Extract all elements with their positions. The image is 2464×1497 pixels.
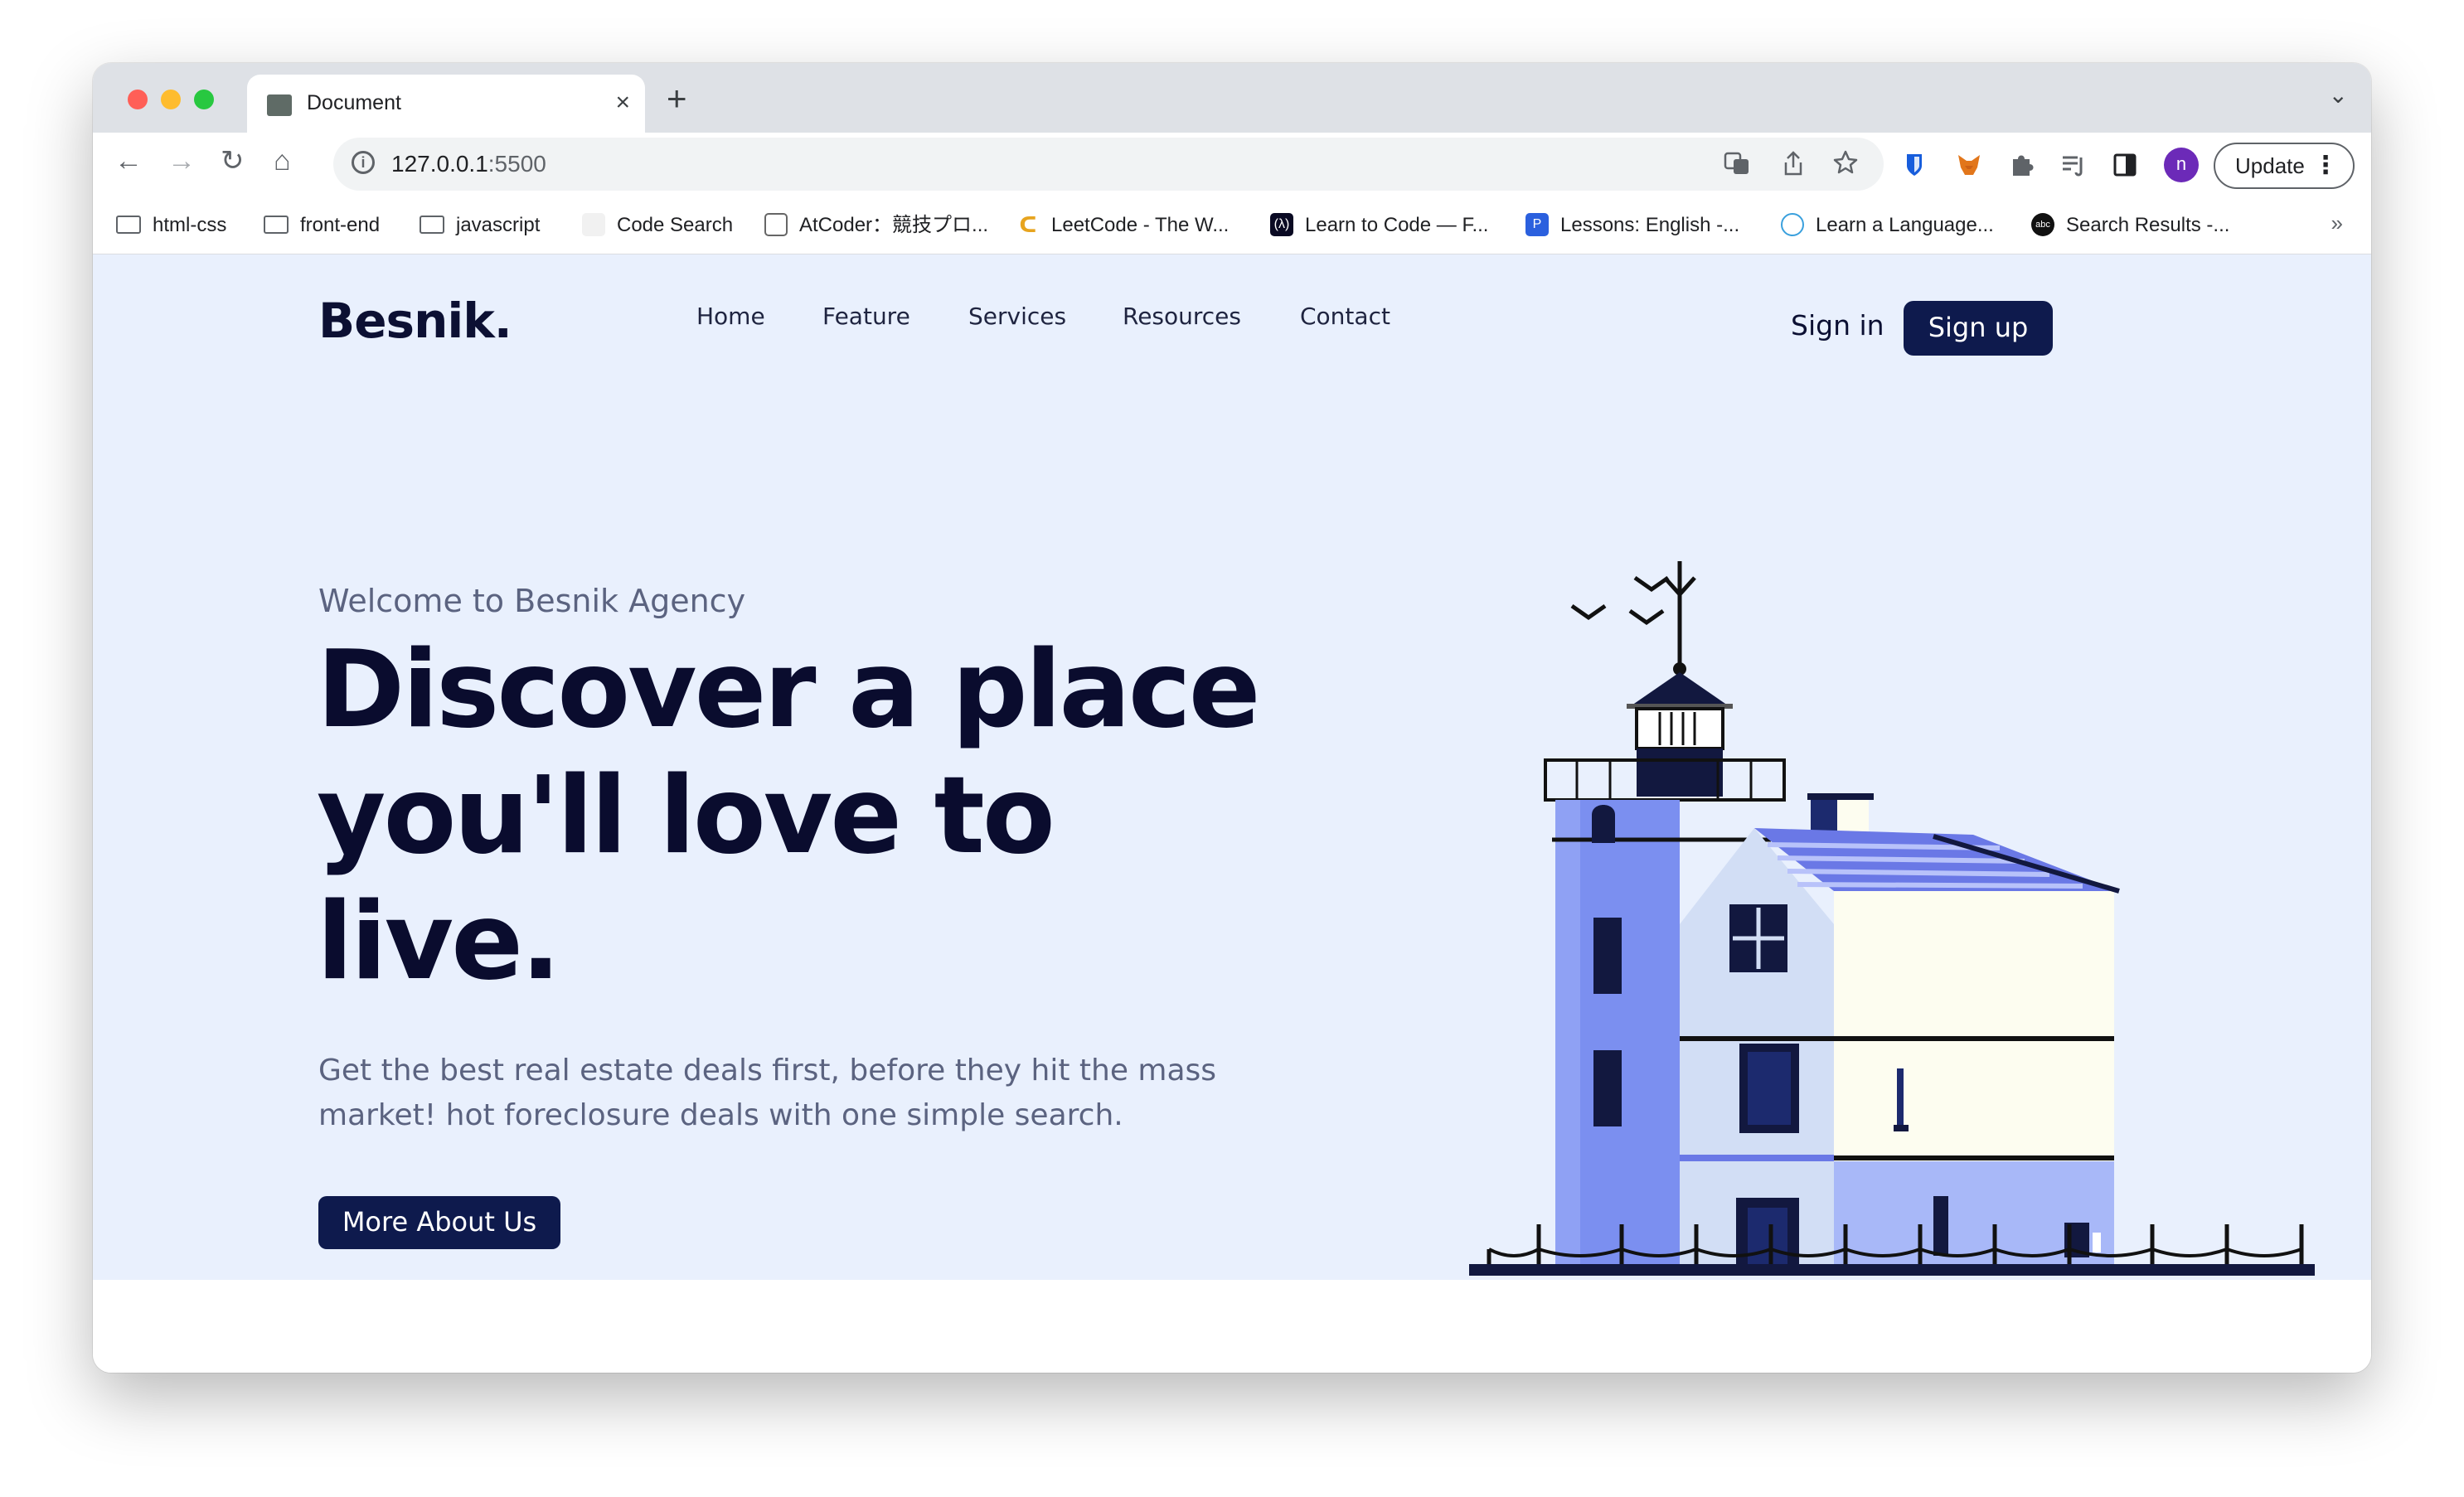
hero-eyebrow: Welcome to Besnik Agency <box>318 583 746 619</box>
tab-close-icon[interactable]: × <box>615 88 630 118</box>
tab-title: Document <box>307 91 401 114</box>
share-icon[interactable] <box>1781 149 1806 184</box>
bookmark-code-search[interactable]: Code Search <box>582 211 733 240</box>
lessons-favicon-icon: P <box>1525 212 1549 236</box>
reading-list-icon[interactable] <box>2059 151 2088 179</box>
bookmark-label: javascript <box>456 214 541 236</box>
bookmarks-bar: html-css front-end javascript Code Searc… <box>93 199 2371 254</box>
url-host: 127.0.0.1 <box>391 151 488 177</box>
hero-title: Discover a place you'll love to live. <box>317 628 1261 1004</box>
bookmark-folder-javascript[interactable]: javascript <box>420 211 540 240</box>
bookmark-label: front-end <box>300 214 381 236</box>
site-logo[interactable]: Besnik. <box>318 293 512 349</box>
webpage: Besnik. Home Feature Services Resources … <box>93 254 2371 1280</box>
nav-services[interactable]: Services <box>968 303 1066 330</box>
tab-search-chevron-icon[interactable]: ⌄ <box>2329 81 2348 109</box>
nav-resources[interactable]: Resources <box>1123 303 1241 330</box>
bookmark-folder-html-css[interactable]: html-css <box>116 211 226 240</box>
folder-icon <box>264 215 289 234</box>
nav-home[interactable]: Home <box>696 303 765 330</box>
bookmark-label: Code Search <box>617 214 734 236</box>
url-text[interactable]: 127.0.0.1:5500 <box>391 151 546 177</box>
bookmark-folder-front-end[interactable]: front-end <box>264 211 380 240</box>
url-port: :5500 <box>487 151 546 177</box>
bookmark-label: Search Results -... <box>2066 214 2230 236</box>
nav-feature[interactable]: Feature <box>822 303 910 330</box>
bookmark-lessons-english[interactable]: P Lessons: English -... <box>1525 211 1739 240</box>
bookmark-search-results[interactable]: abc Search Results -... <box>2031 211 2229 240</box>
update-button[interactable]: Update ⋮ <box>2214 143 2355 189</box>
bookmark-freecodecamp[interactable]: (λ) Learn to Code — F... <box>1270 211 1488 240</box>
leetcode-favicon-icon: ᑕ <box>1016 212 1040 236</box>
code-search-favicon-icon <box>582 212 605 236</box>
tab-strip: Document × + ⌄ <box>93 63 2371 133</box>
new-tab-button[interactable]: + <box>667 80 687 118</box>
bookmark-label: html-css <box>153 214 227 236</box>
profile-avatar[interactable]: n <box>2164 148 2199 182</box>
bookmark-leetcode[interactable]: ᑕ LeetCode - The W... <box>1016 211 1229 240</box>
forward-arrow-icon[interactable]: → <box>167 144 196 177</box>
maximize-window-button[interactable] <box>194 90 214 109</box>
bitwarden-extension-icon[interactable] <box>1900 151 1928 179</box>
bookmark-atcoder[interactable]: AtCoder：競技プロ... <box>764 211 988 240</box>
folder-icon <box>116 215 141 234</box>
sign-in-link[interactable]: Sign in <box>1791 309 1884 342</box>
bookmark-label: Learn a Language... <box>1816 214 1994 236</box>
hero-description: Get the best real estate deals first, be… <box>318 1054 1217 1132</box>
freecodecamp-favicon-icon: (λ) <box>1270 212 1293 236</box>
menu-dots-icon[interactable]: ⋮ <box>2313 144 2338 187</box>
bookmark-label: Lessons: English -... <box>1560 214 1740 236</box>
metamask-fox-icon[interactable] <box>1955 151 1983 179</box>
translate-icon[interactable] <box>1723 149 1751 184</box>
bookmark-star-icon[interactable] <box>1832 149 1859 182</box>
nav-contact[interactable]: Contact <box>1300 303 1390 330</box>
back-arrow-icon[interactable]: ← <box>114 144 143 177</box>
page-below-fold <box>93 1280 2371 1373</box>
extensions-puzzle-icon[interactable] <box>2008 151 2036 179</box>
side-panel-icon[interactable] <box>2111 151 2139 179</box>
bookmark-learn-language[interactable]: Learn a Language... <box>1781 211 1994 240</box>
bookmarks-overflow-icon[interactable]: » <box>2331 211 2343 236</box>
browser-toolbar: ← → ↻ ⌂ i 127.0.0.1:5500 n Update ⋮ <box>93 133 2371 199</box>
sign-up-button[interactable]: Sign up <box>1904 301 2053 356</box>
favicon-icon <box>267 94 292 116</box>
site-info-icon[interactable]: i <box>352 151 375 174</box>
atcoder-favicon-icon <box>764 212 788 236</box>
bookmark-label: LeetCode - The W... <box>1051 214 1230 236</box>
update-label: Update <box>2235 153 2305 178</box>
abc-favicon-icon: abc <box>2031 212 2054 236</box>
minimize-window-button[interactable] <box>161 90 181 109</box>
lighthouse-illustration <box>1469 561 2315 1276</box>
more-about-us-button[interactable]: More About Us <box>318 1196 560 1249</box>
close-window-button[interactable] <box>128 90 148 109</box>
address-bar[interactable]: i 127.0.0.1:5500 <box>333 138 1884 191</box>
browser-window: Document × + ⌄ ← → ↻ ⌂ i 127.0.0.1:5500 <box>93 63 2371 1373</box>
bookmark-label: Learn to Code — F... <box>1305 214 1489 236</box>
folder-icon <box>420 215 444 234</box>
globe-icon <box>1781 212 1804 236</box>
tab-document[interactable]: Document × <box>247 75 645 133</box>
reload-icon[interactable]: ↻ <box>221 144 245 177</box>
home-icon[interactable]: ⌂ <box>274 144 291 177</box>
bookmark-label: AtCoder：競技プロ... <box>799 214 989 236</box>
